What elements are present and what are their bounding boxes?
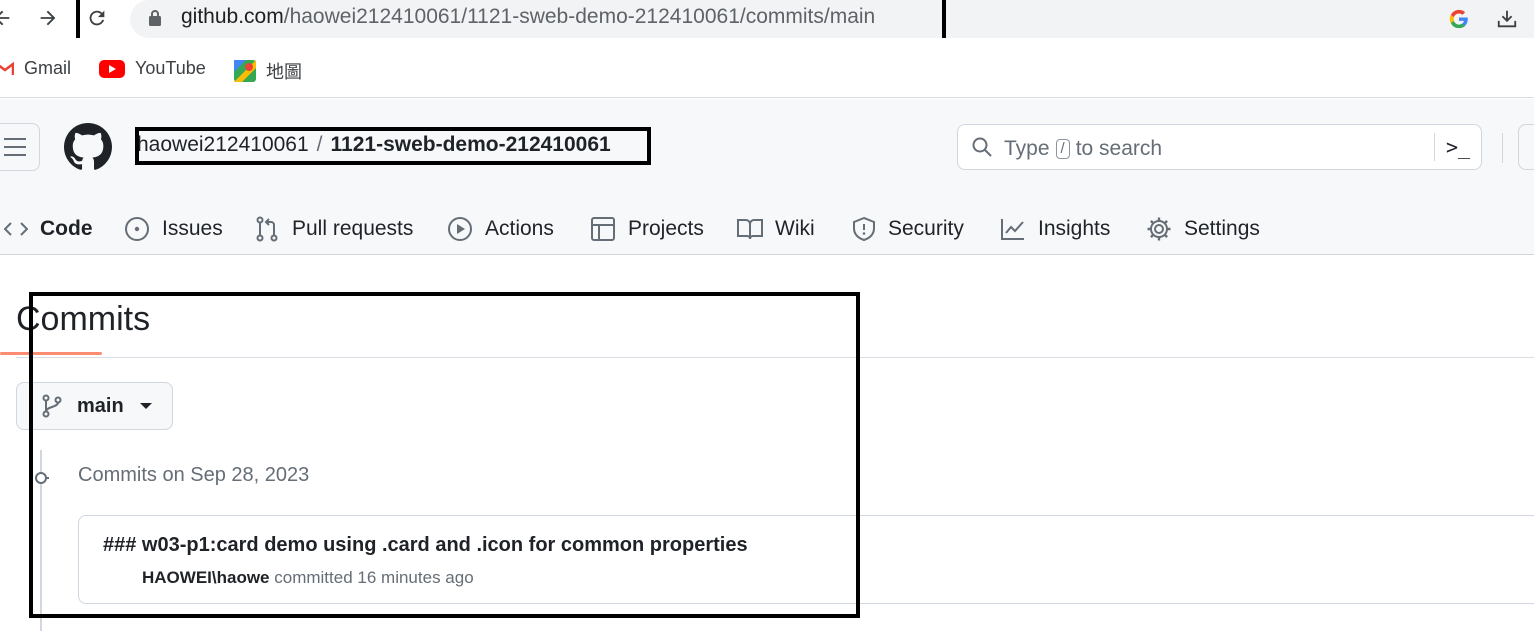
path-separator: / [316,133,323,156]
book-icon [737,219,763,240]
issue-icon [125,217,149,241]
code-icon [4,222,28,236]
tab-settings[interactable]: Settings [1146,203,1260,255]
table-icon [591,217,615,241]
header-divider [1502,133,1503,163]
download-icon[interactable] [1494,6,1520,32]
hamburger-icon [4,138,26,156]
tab-pull-requests[interactable]: Pull requests [254,203,413,255]
menu-button[interactable] [0,123,40,171]
github-header: haowei212410061 / 1121-sweb-demo-212410061… [0,99,1534,355]
shield-icon [853,216,875,242]
search-divider [1434,133,1435,161]
active-tab-indicator [0,352,102,355]
gmail-icon [0,61,14,75]
browser-toolbar: github.com/haowei212410061/1121-sweb-dem… [0,0,1534,48]
commit-list-item: ### w03-p1:card demo using .card and .ic… [78,515,1534,604]
bookmark-youtube[interactable]: YouTube [99,58,206,79]
search-icon [972,137,992,157]
bookmark-maps[interactable]: 地圖 [234,58,302,84]
maps-icon [234,60,256,82]
commit-message-link[interactable]: ### w03-p1:card demo using .card and .ic… [103,534,748,557]
forward-arrow-icon[interactable] [34,4,62,32]
google-icon[interactable] [1446,6,1472,32]
pull-request-icon [256,216,278,242]
tab-code[interactable]: Code [4,203,93,255]
search-input[interactable]: Type / to search >_ [957,124,1482,170]
create-new-button[interactable] [1518,124,1534,170]
commit-action: committed [274,568,353,587]
commit-node-icon [35,472,49,484]
branch-name: main [77,394,124,417]
reload-icon[interactable] [83,4,111,32]
bookmarks-bar: Gmail YouTube 地圖 [0,38,1534,98]
graph-icon [1001,219,1024,240]
search-placeholder: Type / to search [1004,137,1163,160]
slash-key: / [1055,139,1070,159]
tab-security[interactable]: Security [852,203,964,255]
commit-author[interactable]: HAOWEI\haowe [142,568,270,587]
git-branch-icon [42,394,62,418]
gear-icon [1147,217,1171,241]
tab-projects[interactable]: Projects [590,203,704,255]
github-logo-icon[interactable] [64,123,112,171]
lock-icon [149,10,161,26]
repo-link[interactable]: 1121-sweb-demo-212410061 [331,133,611,156]
youtube-icon [99,59,125,78]
command-palette-icon[interactable]: >_ [1446,135,1470,159]
tab-insights[interactable]: Insights [1000,203,1110,255]
tab-wiki[interactable]: Wiki [737,203,815,255]
branch-selector-button[interactable]: main [16,382,173,430]
back-arrow-icon[interactable] [0,4,16,32]
title-divider [16,357,1534,358]
commit-meta: HAOWEI\haowe committed 16 minutes ago [142,568,474,588]
bookmark-gmail[interactable]: Gmail [0,58,71,79]
url-text[interactable]: github.com/haowei212410061/1121-sweb-dem… [181,5,875,29]
commit-time: 16 minutes ago [357,568,474,587]
play-icon [448,217,472,241]
page-title: Commits [16,300,151,338]
commit-group-date: Commits on Sep 28, 2023 [78,464,310,486]
tab-issues[interactable]: Issues [124,203,223,255]
caret-down-icon [139,403,152,409]
repo-breadcrumb: haowei212410061 / 1121-sweb-demo-212410061 [137,133,611,157]
owner-link[interactable]: haowei212410061 [137,133,309,156]
tab-actions[interactable]: Actions [447,203,554,255]
